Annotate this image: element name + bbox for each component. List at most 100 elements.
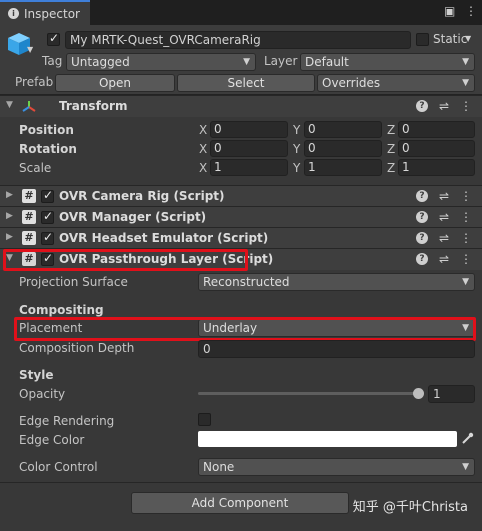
divider <box>0 482 482 483</box>
rotation-x-axis: X <box>199 142 208 156</box>
edge-color-swatch[interactable] <box>198 431 457 447</box>
ovr-manager-enabled-checkbox[interactable] <box>41 209 54 224</box>
static-dropdown-arrow-icon[interactable]: ▼ <box>465 34 471 43</box>
add-component-button[interactable]: Add Component <box>131 492 349 514</box>
rotation-y-field[interactable]: 0 <box>304 140 382 157</box>
edge-rendering-checkbox[interactable] <box>198 413 211 426</box>
eyedropper-icon[interactable] <box>461 432 474 445</box>
component-menu-icon[interactable]: ⋮ <box>460 99 472 113</box>
foldout-closed-icon[interactable]: ▶ <box>6 190 13 200</box>
chevron-down-icon: ▼ <box>462 277 469 287</box>
icon-dropdown-arrow-icon[interactable]: ▼ <box>27 45 33 54</box>
rotation-z-axis: Z <box>387 142 396 156</box>
component-menu-icon[interactable]: ⋮ <box>460 231 472 245</box>
ovr-manager-title: OVR Manager (Script) <box>59 210 207 224</box>
ovr-camera-rig-title: OVR Camera Rig (Script) <box>59 189 225 203</box>
script-icon: # <box>22 231 36 245</box>
transform-body: Position X 0 Y 0 Z 0 Rotation X 0 Y 0 Z … <box>0 117 482 185</box>
component-toolbar: ? ⇌ ⋮ <box>415 231 472 245</box>
watermark: 知乎 @千叶Christa <box>352 500 468 515</box>
scale-z-field[interactable]: 1 <box>398 159 475 176</box>
ovr-camera-rig-enabled-checkbox[interactable] <box>41 188 54 203</box>
script-icon: # <box>22 210 36 224</box>
scale-z-axis: Z <box>387 161 396 175</box>
rotation-label: Rotation <box>19 142 77 156</box>
layer-dropdown-value: Default <box>305 55 349 69</box>
position-x-axis: X <box>199 123 208 137</box>
placement-highlight-box <box>14 317 476 341</box>
ovr-headset-emulator-enabled-checkbox[interactable] <box>41 230 54 245</box>
transform-header[interactable]: ▼ Transform ? ⇌ ⋮ <box>0 95 482 117</box>
position-x-field[interactable]: 0 <box>210 121 288 138</box>
layer-dropdown[interactable]: Default ▼ <box>300 53 475 71</box>
help-icon[interactable]: ? <box>415 211 428 223</box>
component-toolbar: ? ⇌ ⋮ <box>415 189 472 203</box>
component-menu-icon[interactable]: ⋮ <box>460 252 472 266</box>
projection-surface-label: Projection Surface <box>19 275 128 289</box>
prefab-select-button[interactable]: Select <box>177 74 315 92</box>
foldout-closed-icon[interactable]: ▶ <box>6 232 13 242</box>
position-z-field[interactable]: 0 <box>398 121 475 138</box>
opacity-slider-handle[interactable] <box>413 388 424 399</box>
foldout-closed-icon[interactable]: ▶ <box>6 211 13 221</box>
composition-depth-label: Composition Depth <box>19 341 135 355</box>
opacity-slider-track[interactable] <box>198 392 420 395</box>
composition-depth-field[interactable]: 0 <box>198 340 475 358</box>
color-control-label: Color Control <box>19 460 98 474</box>
transform-title: Transform <box>59 99 128 113</box>
presets-icon[interactable]: ⇌ <box>439 210 449 224</box>
position-label: Position <box>19 123 74 137</box>
active-checkbox[interactable] <box>47 31 60 46</box>
position-z-axis: Z <box>387 123 396 137</box>
ovr-camera-rig-header[interactable]: ▶ # OVR Camera Rig (Script) ? ⇌ ⋮ <box>0 185 482 206</box>
opacity-label: Opacity <box>19 387 66 401</box>
component-menu-icon[interactable]: ⋮ <box>460 210 472 224</box>
tab-bar: i Inspector ▣ ⋮ <box>0 0 482 25</box>
presets-icon[interactable]: ⇌ <box>439 231 449 245</box>
help-icon[interactable]: ? <box>415 190 428 202</box>
presets-icon[interactable]: ⇌ <box>439 252 449 266</box>
object-name-field[interactable]: My MRTK-Quest_OVRCameraRig <box>65 31 411 49</box>
chevron-down-icon: ▼ <box>462 462 469 472</box>
foldout-open-icon[interactable]: ▼ <box>6 100 13 110</box>
static-label: Static <box>433 32 468 46</box>
script-icon: # <box>22 189 36 203</box>
chevron-down-icon: ▼ <box>462 78 469 88</box>
presets-icon[interactable]: ⇌ <box>439 189 449 203</box>
lock-icon[interactable]: ▣ <box>444 4 455 18</box>
scale-x-axis: X <box>199 161 208 175</box>
layer-label: Layer <box>264 54 298 68</box>
tab-inspector-label: Inspector <box>24 6 80 21</box>
help-icon[interactable]: ? <box>415 232 428 244</box>
prefab-open-button[interactable]: Open <box>55 74 175 92</box>
tag-dropdown-value: Untagged <box>71 55 130 69</box>
component-toolbar: ? ⇌ ⋮ <box>415 99 472 113</box>
color-control-dropdown[interactable]: None ▼ <box>198 458 475 476</box>
color-control-value: None <box>203 460 235 474</box>
chevron-down-icon: ▼ <box>462 57 469 67</box>
position-y-axis: Y <box>293 123 301 137</box>
ovr-headset-emulator-header[interactable]: ▶ # OVR Headset Emulator (Script) ? ⇌ ⋮ <box>0 227 482 248</box>
component-menu-icon[interactable]: ⋮ <box>460 189 472 203</box>
rotation-z-field[interactable]: 0 <box>398 140 475 157</box>
compositing-header: Compositing <box>19 303 104 317</box>
help-icon[interactable]: ? <box>415 100 428 112</box>
prefab-overrides-dropdown[interactable]: Overrides ▼ <box>317 74 475 92</box>
static-checkbox[interactable] <box>416 33 429 46</box>
scale-y-field[interactable]: 1 <box>304 159 382 176</box>
position-y-field[interactable]: 0 <box>304 121 382 138</box>
rotation-x-field[interactable]: 0 <box>210 140 288 157</box>
tag-dropdown[interactable]: Untagged ▼ <box>66 53 256 71</box>
help-icon[interactable]: ? <box>415 253 428 265</box>
component-toolbar: ? ⇌ ⋮ <box>415 252 472 266</box>
scale-label: Scale <box>19 161 52 175</box>
presets-icon[interactable]: ⇌ <box>439 99 449 113</box>
opacity-value-field[interactable]: 1 <box>428 385 475 403</box>
tab-inspector[interactable]: i Inspector <box>0 0 90 25</box>
menu-icon[interactable]: ⋮ <box>465 4 477 18</box>
passthrough-body: Projection Surface Reconstructed ▼ Compo… <box>0 270 482 531</box>
scale-x-field[interactable]: 1 <box>210 159 288 176</box>
transform-axes-icon <box>22 101 36 112</box>
ovr-manager-header[interactable]: ▶ # OVR Manager (Script) ? ⇌ ⋮ <box>0 206 482 227</box>
projection-surface-dropdown[interactable]: Reconstructed ▼ <box>198 273 475 291</box>
